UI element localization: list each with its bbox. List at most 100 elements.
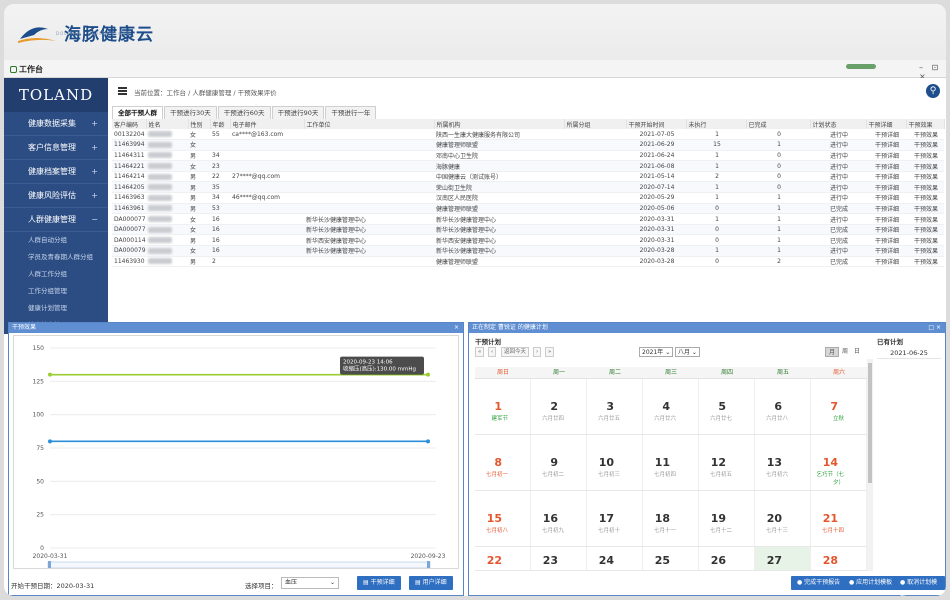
table-row[interactable]: 11464221 女 23 海豚健康 2021-06-08 1 0 进行中 干预详细 干预效果 [112, 160, 944, 172]
view-month-button[interactable]: 月 [825, 347, 840, 357]
intervention-detail-link[interactable]: 干预详细 [866, 150, 906, 162]
calendar-day-cell[interactable]: 4 六月廿六 [643, 379, 699, 434]
calendar-day-cell[interactable]: 7 立秋 [811, 379, 867, 434]
customer-code-cell[interactable]: 11463963 [112, 192, 146, 204]
tab-all[interactable]: 全部干预人群 [112, 106, 163, 119]
intervention-effect-link[interactable]: 干预效果 [906, 245, 944, 257]
view-week-button[interactable]: 周 [839, 347, 851, 357]
menu-toggle-icon[interactable] [118, 87, 127, 95]
sidebar-item-health-records[interactable]: 健康档案管理 + [4, 160, 108, 184]
column-header[interactable]: 姓名 [146, 119, 189, 129]
intervention-effect-link[interactable]: 干预效果 [906, 171, 944, 183]
table-row[interactable]: 11463930 男 2 健康管理师联盟 2020-03-28 0 2 已完成 干预详细 干预效果 [112, 256, 944, 268]
table-row[interactable]: 11463961 男 53 健康管理师联盟 2020-05-06 0 1 已完成 干预详细 干预效… [112, 203, 944, 215]
intervention-detail-link[interactable]: 干预详细 [866, 139, 906, 151]
table-row[interactable]: 11464205 男 35 荣山街卫生院 2020-07-14 1 0 进行中 干预详细 干预效果 [112, 181, 944, 194]
intervention-effect-link[interactable]: 干预效果 [906, 181, 944, 194]
intervention-effect-link[interactable]: 干预效果 [906, 139, 944, 151]
intervention-detail-link[interactable]: 干预详细 [866, 203, 906, 215]
calendar-day-cell[interactable]: 17 七月初十 [587, 491, 643, 546]
intervention-detail-link[interactable]: 干预详细 [866, 171, 906, 183]
calendar-day-cell[interactable]: 9 七月初二 [531, 435, 587, 490]
next-icon[interactable]: › [533, 347, 542, 357]
calendar-day-cell[interactable]: 8 七月初一 [475, 435, 531, 490]
column-header[interactable]: 干预效果 [906, 119, 945, 129]
customer-code-cell[interactable]: 11463930 [112, 256, 146, 268]
calendar-scrollbar[interactable] [867, 359, 873, 571]
tab-30-days[interactable]: 干预进行30天 [164, 106, 217, 119]
existing-plan-date[interactable]: 2021-06-25 [877, 347, 941, 359]
customer-code-cell[interactable]: 11464311 [112, 150, 146, 162]
prev-icon[interactable]: ‹ [488, 347, 497, 357]
column-header[interactable]: 所属机构 [434, 119, 565, 129]
scrollbar-thumb[interactable] [868, 363, 872, 483]
calendar-day-cell[interactable]: 21 七月十四 [811, 491, 867, 546]
customer-code-cell[interactable]: 11463961 [112, 203, 146, 215]
sidebar-subitem[interactable]: 健康计划管理 [4, 300, 108, 317]
calendar-day-cell[interactable]: 2 六月廿四 [531, 379, 587, 434]
sidebar-item-risk-assessment[interactable]: 健康风险评估 + [4, 184, 108, 208]
intervention-detail-link[interactable]: 干预详细 [866, 129, 906, 141]
column-header[interactable]: 未执行 [686, 119, 747, 129]
customer-code-cell[interactable]: DA000079 [112, 245, 146, 257]
today-button[interactable]: 返回今天 [501, 347, 530, 357]
apply-template-button[interactable]: ● 应用计划模板 [843, 576, 899, 590]
sidebar-item-group-management[interactable]: 人群健康管理 − [4, 208, 108, 232]
month-select[interactable]: 八月 ⌄ [675, 347, 700, 357]
intervention-effect-link[interactable]: 干预效果 [906, 203, 944, 215]
intervention-detail-link[interactable]: 干预详细 [866, 213, 906, 225]
customer-code-cell[interactable]: 11464221 [112, 160, 146, 172]
calendar-day-cell[interactable]: 11 七月初四 [643, 435, 699, 490]
calendar-day-cell[interactable]: 26 [699, 547, 755, 570]
intervention-effect-link[interactable]: 干预效果 [906, 256, 944, 268]
table-row[interactable]: 11464214 男 22 27****@qq.com 中国健康云（测试账号） 2021-… [112, 171, 944, 183]
customer-code-cell[interactable]: DA000077 [112, 213, 146, 225]
intervention-effect-link[interactable]: 干预效果 [906, 234, 944, 247]
calendar-day-cell[interactable]: 6 六月廿八 [755, 379, 811, 434]
sidebar-subitem[interactable]: 人群自动分组 [4, 232, 108, 249]
year-select[interactable]: 2021年 ⌄ [639, 347, 674, 357]
intervention-effect-link[interactable]: 干预效果 [906, 213, 944, 225]
intervention-detail-link[interactable]: 干预详细 [866, 160, 906, 172]
column-header[interactable]: 工作单位 [304, 119, 435, 129]
close-icon[interactable]: × [454, 323, 459, 333]
intervention-effect-link[interactable]: 干预效果 [906, 224, 944, 236]
table-row[interactable]: DA000079 女 16 新华长沙健康管理中心 新华长沙健康管理中心 2020-03-2… [112, 245, 944, 257]
calendar-day-cell[interactable]: 3 六月廿五 [587, 379, 643, 434]
intervention-detail-link[interactable]: 干预详细 [866, 192, 906, 204]
calendar-day-cell[interactable]: 15 七月初八 [475, 491, 531, 546]
calendar-day-cell[interactable]: 12 七月初五 [699, 435, 755, 490]
table-row[interactable]: 00132204 女 55 ca****@163.com 陕西一生康大健康服务有限公司 2… [112, 129, 944, 141]
column-header[interactable]: 计划状态 [810, 119, 867, 129]
table-row[interactable]: 11463994 女 健康管理师联盟 2021-06-29 15 1 进行中 干预详细 干预效果 [112, 139, 944, 151]
table-row[interactable]: DA000077 女 16 新华长沙健康管理中心 新华长沙健康管理中心 2020-03-3… [112, 213, 944, 225]
intervention-detail-link[interactable]: 干预详细 [866, 181, 906, 194]
calendar-day-cell[interactable]: 16 七月初九 [531, 491, 587, 546]
intervention-detail-link[interactable]: 干预详细 [866, 224, 906, 236]
calendar-day-cell[interactable]: 1 建军节 [475, 379, 531, 434]
sidebar-item-customer-info[interactable]: 客户信息管理 + [4, 136, 108, 160]
intervention-detail-link[interactable]: 干预详细 [866, 256, 906, 268]
calendar-day-cell[interactable]: 14 乞巧节（七夕） [811, 435, 867, 490]
window-controls-icon[interactable]: □ × [928, 323, 941, 333]
calendar-day-cell[interactable]: 24 [587, 547, 643, 570]
column-header[interactable]: 所属分组 [564, 119, 627, 129]
intervention-detail-link[interactable]: 干预详细 [866, 245, 906, 257]
item-select[interactable]: 血压 ⌄ [281, 577, 339, 589]
table-row[interactable]: DA000114 男 16 新华西安健康管理中心 新华西安健康管理中心 2020-03-3… [112, 234, 944, 247]
intervention-detail-button[interactable]: ▤ 干预详细 [357, 576, 401, 590]
intervention-effect-link[interactable]: 干预效果 [906, 129, 944, 141]
calendar-day-cell[interactable]: 18 七月十一 [643, 491, 699, 546]
tab-90-days[interactable]: 干预进行90天 [271, 106, 325, 119]
calendar-day-cell[interactable]: 22 [475, 547, 531, 570]
finish-report-button[interactable]: ● 完成干预报告 [791, 576, 847, 590]
tab-one-year[interactable]: 干预进行一年 [325, 106, 377, 119]
customer-code-cell[interactable]: 00132204 [112, 129, 146, 141]
last-icon[interactable]: » [545, 347, 555, 357]
calendar-day-cell[interactable]: 20 七月十三 [755, 491, 811, 546]
sidebar-subitem[interactable]: 工作分组管理 [4, 283, 108, 300]
intervention-detail-link[interactable]: 干预详细 [866, 234, 906, 247]
column-header[interactable]: 性别 [188, 119, 211, 129]
search-icon[interactable]: ⚲ [926, 84, 940, 98]
calendar-day-cell[interactable]: 23 [531, 547, 587, 570]
